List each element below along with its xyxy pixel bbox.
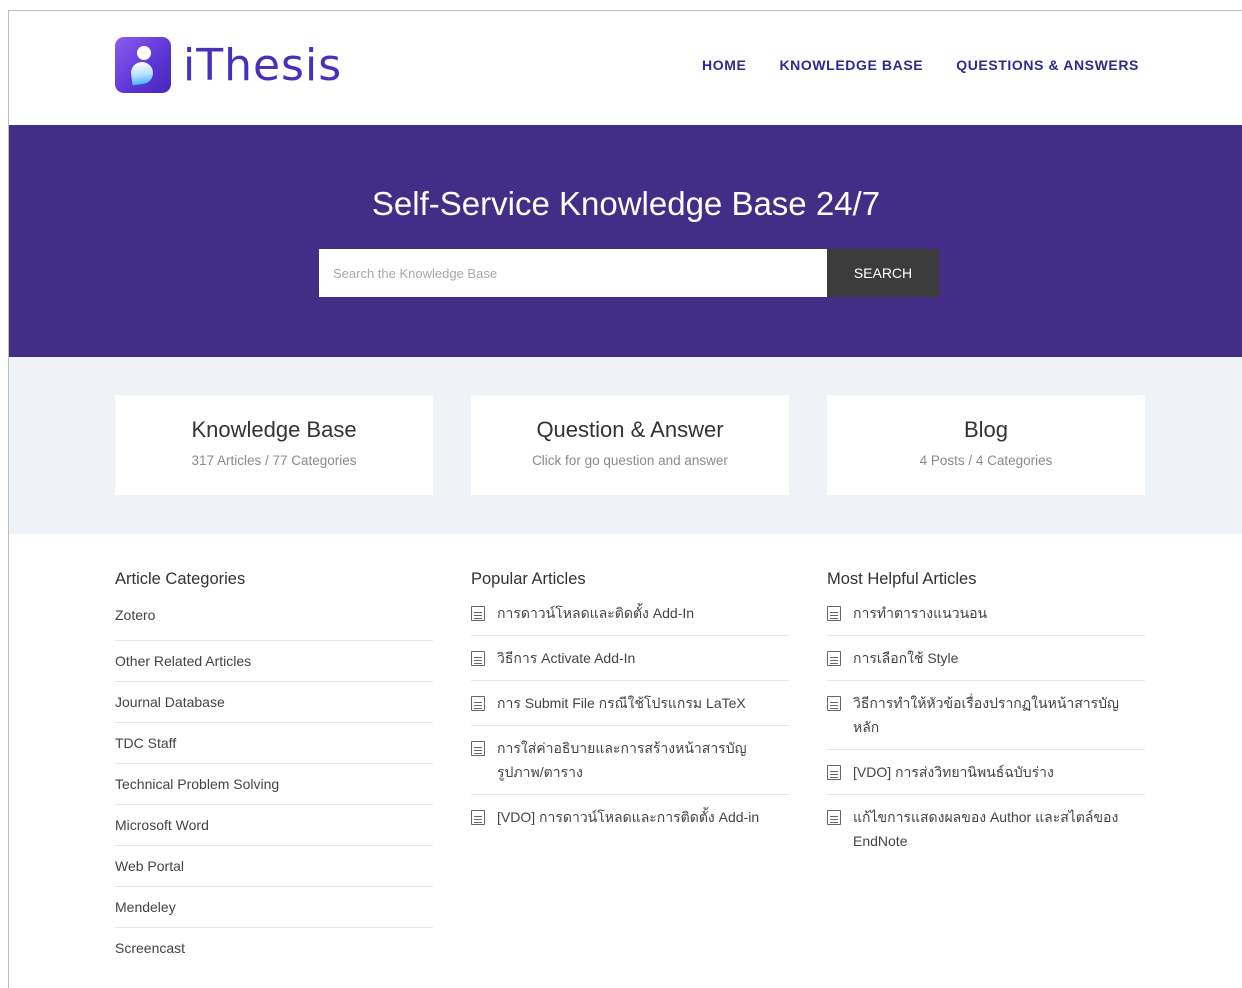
category-item[interactable]: Zotero bbox=[115, 605, 433, 641]
document-icon bbox=[827, 810, 841, 825]
article-link[interactable]: วิธีการทำให้หัวข้อเรื่องปรากฏในหน้าสารบั… bbox=[853, 691, 1145, 739]
card-subtitle: 317 Articles / 77 Categories bbox=[191, 453, 357, 468]
document-icon bbox=[827, 606, 841, 621]
document-icon bbox=[471, 606, 485, 621]
article-link[interactable]: การเลือกใช้ Style bbox=[853, 646, 958, 670]
card-title: Blog bbox=[963, 417, 1009, 442]
section-heading: Article Categories bbox=[115, 570, 246, 588]
category-item[interactable]: TDC Staff bbox=[115, 723, 433, 764]
browser-page: iThesis HOME KNOWLEDGE BASE QUESTIONS & … bbox=[8, 10, 1242, 988]
article-item[interactable]: [VDO] การส่งวิทยานิพนธ์ฉบับร่าง bbox=[827, 760, 1145, 795]
article-link[interactable]: วิธีการ Activate Add-In bbox=[497, 646, 635, 670]
article-link[interactable]: การใส่ค่าอธิบายและการสร้างหน้าสารบัญรูปภ… bbox=[497, 736, 789, 784]
hero-title: Self-Service Knowledge Base 24/7 bbox=[371, 185, 881, 222]
category-item[interactable]: Technical Problem Solving bbox=[115, 764, 433, 805]
nav-home[interactable]: HOME bbox=[702, 57, 746, 73]
hero-banner: Self-Service Knowledge Base 24/7 SEARCH bbox=[9, 125, 1242, 357]
main-nav: HOME KNOWLEDGE BASE QUESTIONS & ANSWERS bbox=[702, 57, 1139, 73]
most-helpful-articles-section: Most Helpful Articles การทำตารางแนวนอน ก… bbox=[827, 570, 1145, 873]
section-heading: Most Helpful Articles bbox=[827, 570, 977, 588]
popular-articles-section: Popular Articles การดาวน์โหลดและติดตั้ง … bbox=[471, 570, 789, 849]
site-logo[interactable]: iThesis bbox=[115, 37, 342, 93]
category-item[interactable]: Screencast bbox=[115, 928, 433, 969]
document-icon bbox=[471, 696, 485, 711]
article-item[interactable]: การเลือกใช้ Style bbox=[827, 646, 1145, 681]
search-button[interactable]: SEARCH bbox=[827, 249, 939, 297]
ithesis-logo-icon bbox=[115, 37, 171, 93]
article-item[interactable]: การดาวน์โหลดและติดตั้ง Add-In bbox=[471, 601, 789, 636]
article-link[interactable]: [VDO] การดาวน์โหลดและการติดตั้ง Add-in bbox=[497, 805, 759, 829]
article-link[interactable]: การดาวน์โหลดและติดตั้ง Add-In bbox=[497, 601, 694, 625]
card-title: Question & Answer bbox=[536, 417, 724, 442]
article-item[interactable]: [VDO] การดาวน์โหลดและการติดตั้ง Add-in bbox=[471, 805, 789, 839]
card-subtitle: Click for go question and answer bbox=[532, 453, 728, 468]
category-item[interactable]: Journal Database bbox=[115, 682, 433, 723]
nav-questions-answers[interactable]: QUESTIONS & ANSWERS bbox=[956, 57, 1139, 73]
category-item[interactable]: Web Portal bbox=[115, 846, 433, 887]
search-bar: SEARCH bbox=[319, 249, 939, 297]
document-icon bbox=[827, 696, 841, 711]
document-icon bbox=[827, 765, 841, 780]
card-title: Knowledge Base bbox=[191, 417, 357, 442]
article-link[interactable]: การ Submit File กรณีใช้โปรแกรม LaTeX bbox=[497, 691, 746, 715]
article-item[interactable]: วิธีการทำให้หัวข้อเรื่องปรากฏในหน้าสารบั… bbox=[827, 691, 1145, 750]
article-item[interactable]: การทำตารางแนวนอน bbox=[827, 601, 1145, 636]
section-heading: Popular Articles bbox=[471, 570, 586, 588]
article-link[interactable]: การทำตารางแนวนอน bbox=[853, 601, 987, 625]
article-list: การทำตารางแนวนอน การเลือกใช้ Style วิธีก… bbox=[827, 601, 1145, 863]
category-item[interactable]: Other Related Articles bbox=[115, 641, 433, 682]
document-icon bbox=[471, 651, 485, 666]
card-knowledge-base[interactable]: Knowledge Base 317 Articles / 77 Categor… bbox=[115, 395, 433, 495]
feature-cards-band: Knowledge Base 317 Articles / 77 Categor… bbox=[9, 357, 1242, 534]
document-icon bbox=[471, 810, 485, 825]
article-link[interactable]: [VDO] การส่งวิทยานิพนธ์ฉบับร่าง bbox=[853, 760, 1054, 784]
document-icon bbox=[471, 741, 485, 756]
article-item[interactable]: การ Submit File กรณีใช้โปรแกรม LaTeX bbox=[471, 691, 789, 726]
nav-knowledge-base[interactable]: KNOWLEDGE BASE bbox=[779, 57, 923, 73]
article-list: การดาวน์โหลดและติดตั้ง Add-In วิธีการ Ac… bbox=[471, 601, 789, 839]
article-item[interactable]: วิธีการ Activate Add-In bbox=[471, 646, 789, 681]
logo-text: iThesis bbox=[183, 39, 343, 91]
article-categories-section: Article Categories Zotero Other Related … bbox=[115, 570, 433, 969]
category-item[interactable]: Microsoft Word bbox=[115, 805, 433, 846]
category-item[interactable]: Mendeley bbox=[115, 887, 433, 928]
card-subtitle: 4 Posts / 4 Categories bbox=[919, 453, 1053, 468]
article-link[interactable]: แก้ไขการแสดงผลของ Author และสไตล์ของ End… bbox=[853, 805, 1145, 853]
card-blog[interactable]: Blog 4 Posts / 4 Categories bbox=[827, 395, 1145, 495]
card-question-answer[interactable]: Question & Answer Click for go question … bbox=[471, 395, 789, 495]
site-header: iThesis HOME KNOWLEDGE BASE QUESTIONS & … bbox=[9, 11, 1242, 125]
article-item[interactable]: แก้ไขการแสดงผลของ Author และสไตล์ของ End… bbox=[827, 805, 1145, 863]
document-icon bbox=[827, 651, 841, 666]
category-list: Zotero Other Related Articles Journal Da… bbox=[115, 605, 433, 969]
search-input[interactable] bbox=[319, 249, 827, 297]
article-item[interactable]: การใส่ค่าอธิบายและการสร้างหน้าสารบัญรูปภ… bbox=[471, 736, 789, 795]
